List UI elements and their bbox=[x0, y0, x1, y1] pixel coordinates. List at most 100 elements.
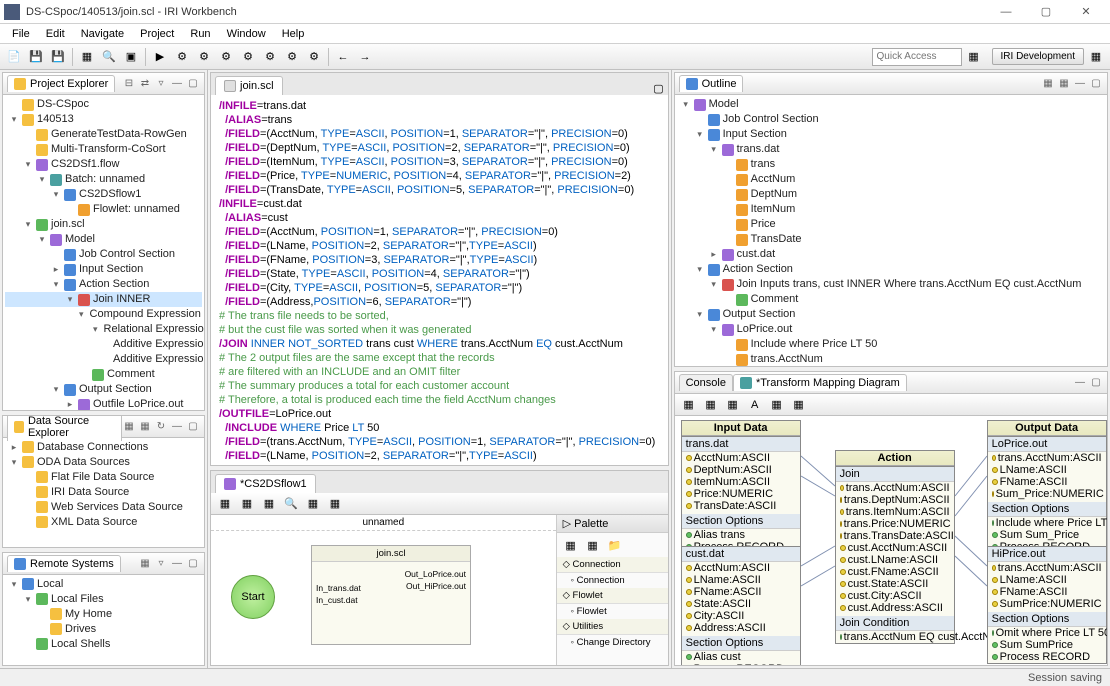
view-menu-icon[interactable]: ▿ bbox=[154, 556, 168, 570]
tree-node[interactable]: Flowlet: unnamed bbox=[5, 202, 202, 217]
tree-node[interactable]: Flat File Data Source bbox=[5, 470, 202, 485]
tree-node[interactable]: ▾Output Section bbox=[677, 307, 1105, 322]
tree-node[interactable]: Comment bbox=[5, 367, 202, 382]
menu-file[interactable]: File bbox=[4, 26, 38, 42]
output-port[interactable]: Out_HiPrice.out bbox=[401, 580, 470, 592]
toolbar-icon[interactable]: ▦ bbox=[138, 419, 152, 433]
link-editor-icon[interactable]: ⇄ bbox=[138, 77, 152, 91]
toolbar-icon[interactable]: ▦ bbox=[723, 395, 743, 415]
tree-node[interactable]: My Home bbox=[5, 607, 202, 622]
tree-node[interactable]: ▸Input Section bbox=[5, 262, 202, 277]
minimize-icon[interactable]: — bbox=[170, 556, 184, 570]
flow-canvas[interactable]: unnamed Start join.scl In_trans.datIn_cu… bbox=[211, 515, 556, 665]
menu-run[interactable]: Run bbox=[182, 26, 218, 42]
diagram-box[interactable]: Jointrans.AcctNum:ASCIItrans.DeptNum:ASC… bbox=[835, 466, 955, 644]
toolbar-icon[interactable]: ▦ bbox=[138, 556, 152, 570]
new-icon[interactable]: 📄 bbox=[4, 47, 24, 67]
output-port[interactable]: Out_LoPrice.out bbox=[401, 568, 470, 580]
open-perspective-icon[interactable]: ▦ bbox=[964, 47, 984, 67]
refresh-icon[interactable]: ↻ bbox=[154, 419, 168, 433]
input-port[interactable]: In_cust.dat bbox=[312, 594, 365, 606]
save-all-icon[interactable]: 💾 bbox=[48, 47, 68, 67]
palette-icon[interactable]: ▦ bbox=[561, 535, 581, 555]
run-icon[interactable]: ▶ bbox=[150, 47, 170, 67]
code-editor[interactable]: /INFILE=trans.dat /ALIAS=trans /FIELD=(A… bbox=[211, 95, 668, 465]
diagram-box[interactable]: LoPrice.outtrans.AcctNum:ASCIILName:ASCI… bbox=[987, 436, 1107, 554]
forward-icon[interactable]: → bbox=[355, 47, 375, 67]
tree-node[interactable]: XML Data Source bbox=[5, 515, 202, 530]
tree-node[interactable]: Drives bbox=[5, 622, 202, 637]
toolbar-icon[interactable]: ▦ bbox=[259, 494, 279, 514]
maximize-button[interactable]: ▢ bbox=[1026, 1, 1066, 23]
tree-node[interactable]: DS-CSpoc bbox=[5, 97, 202, 112]
job-node[interactable]: join.scl In_trans.datIn_cust.dat Out_LoP… bbox=[311, 545, 471, 645]
diagram-box[interactable]: cust.datAcctNum:ASCIILName:ASCIIFName:AS… bbox=[681, 546, 801, 665]
tree-node[interactable]: ▾join.scl bbox=[5, 217, 202, 232]
tree-node[interactable]: trans bbox=[677, 157, 1105, 172]
maximize-icon[interactable]: ▢ bbox=[653, 83, 663, 95]
tree-node[interactable]: ▾Batch: unnamed bbox=[5, 172, 202, 187]
tree-node[interactable]: ▾Action Section bbox=[5, 277, 202, 292]
console-tab[interactable]: Console bbox=[679, 374, 733, 391]
tree-node[interactable]: ▾Join INNER bbox=[5, 292, 202, 307]
maximize-icon[interactable]: ▢ bbox=[1089, 77, 1103, 91]
tree-node[interactable]: ▾Join Inputs trans, cust INNER Where tra… bbox=[677, 277, 1105, 292]
view-menu-icon[interactable]: ▿ bbox=[154, 77, 168, 91]
close-button[interactable]: ✕ bbox=[1066, 1, 1106, 23]
tree-node[interactable]: ▾CS2DSf1.flow bbox=[5, 157, 202, 172]
toolbar-icon[interactable]: ⚙ bbox=[260, 47, 280, 67]
tree-node[interactable]: Job Control Section bbox=[5, 247, 202, 262]
tree-node[interactable]: AcctNum bbox=[677, 172, 1105, 187]
toolbar-icon[interactable]: ⚙ bbox=[304, 47, 324, 67]
minimize-icon[interactable]: — bbox=[1073, 77, 1087, 91]
menu-window[interactable]: Window bbox=[219, 26, 274, 42]
tree-node[interactable]: ▸Outfile LoPrice.out bbox=[5, 397, 202, 410]
diagram-box[interactable]: HiPrice.outtrans.AcctNum:ASCIILName:ASCI… bbox=[987, 546, 1107, 664]
tree-node[interactable]: ▸Database Connections bbox=[5, 440, 202, 455]
tree-node[interactable]: Additive Expression X EQ bbox=[5, 352, 202, 367]
tree-node[interactable]: trans.AcctNum bbox=[677, 352, 1105, 366]
menu-project[interactable]: Project bbox=[132, 26, 182, 42]
minimize-icon[interactable]: — bbox=[170, 419, 184, 433]
tree-node[interactable]: TransDate bbox=[677, 232, 1105, 247]
toolbar-icon[interactable]: ▦ bbox=[303, 494, 323, 514]
minimize-icon[interactable]: — bbox=[1073, 376, 1087, 390]
toolbar-icon[interactable]: ▦ bbox=[767, 395, 787, 415]
toolbar-icon[interactable]: 🔍 bbox=[99, 47, 119, 67]
tree-node[interactable]: ▾Action Section bbox=[677, 262, 1105, 277]
perspective-button[interactable]: IRI Development bbox=[992, 48, 1084, 65]
toolbar-icon[interactable]: ▦ bbox=[789, 395, 809, 415]
palette-icon[interactable]: ▦ bbox=[583, 535, 603, 555]
tree-node[interactable]: IRI Data Source bbox=[5, 485, 202, 500]
toolbar-icon[interactable]: ▦ bbox=[325, 494, 345, 514]
tree-node[interactable]: Comment bbox=[677, 292, 1105, 307]
menu-navigate[interactable]: Navigate bbox=[73, 26, 132, 42]
palette-section[interactable]: ◇ Utilities bbox=[557, 619, 668, 635]
toolbar-icon[interactable]: ⚙ bbox=[216, 47, 236, 67]
toolbar-icon[interactable]: ⚙ bbox=[238, 47, 258, 67]
tree-node[interactable]: ▾trans.dat bbox=[677, 142, 1105, 157]
tree-node[interactable]: ▾Compound Expression trans.Acc bbox=[5, 307, 202, 322]
tree-node[interactable]: Include where Price LT 50 bbox=[677, 337, 1105, 352]
palette-item[interactable]: ◦ Change Directory bbox=[557, 635, 668, 650]
tree-node[interactable]: ▾Model bbox=[5, 232, 202, 247]
tree-node[interactable]: Job Control Section bbox=[677, 112, 1105, 127]
tree-node[interactable]: Multi-Transform-CoSort bbox=[5, 142, 202, 157]
collapse-all-icon[interactable]: ⊟ bbox=[122, 77, 136, 91]
toolbar-icon[interactable]: ▦ bbox=[77, 47, 97, 67]
tree-node[interactable]: ▾Input Section bbox=[677, 127, 1105, 142]
palette-icon[interactable]: 📁 bbox=[605, 535, 625, 555]
tree-node[interactable]: GenerateTestData-RowGen bbox=[5, 127, 202, 142]
toolbar-icon[interactable]: ⚙ bbox=[194, 47, 214, 67]
minimize-button[interactable]: — bbox=[986, 1, 1026, 23]
quick-access-input[interactable] bbox=[872, 48, 962, 66]
toolbar-icon[interactable]: ▣ bbox=[121, 47, 141, 67]
start-node[interactable]: Start bbox=[231, 575, 275, 619]
perspective-icon[interactable]: ▦ bbox=[1086, 47, 1106, 67]
input-port[interactable]: In_trans.dat bbox=[312, 582, 365, 594]
tree-node[interactable]: ▸cust.dat bbox=[677, 247, 1105, 262]
tree-node[interactable]: Additive Expression bbox=[5, 337, 202, 352]
tree-node[interactable]: ▾Output Section bbox=[5, 382, 202, 397]
tree-node[interactable]: ▾Local bbox=[5, 577, 202, 592]
tree-node[interactable]: ▾140513 bbox=[5, 112, 202, 127]
